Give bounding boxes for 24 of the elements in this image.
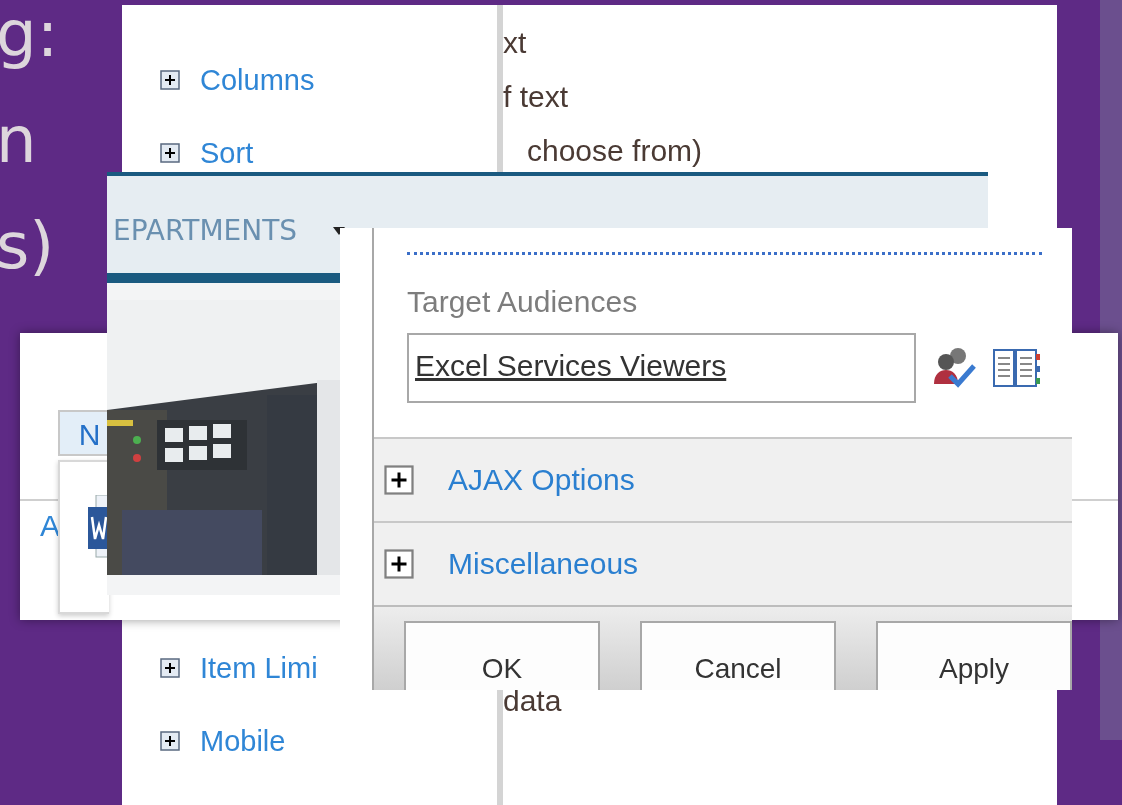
expand-icon[interactable] [384, 549, 414, 579]
description-text: choose from) [526, 133, 704, 169]
expand-icon[interactable] [160, 143, 180, 163]
field-label: Target Audiences [407, 285, 639, 319]
section-link[interactable]: AJAX Options [448, 463, 635, 497]
section-link[interactable]: Mobile [200, 724, 286, 758]
address-book-icon[interactable] [992, 346, 1040, 390]
section-link[interactable]: Item Limi [200, 651, 318, 685]
expand-icon[interactable] [384, 465, 414, 495]
slide-heading-fragment: n [0, 102, 38, 179]
nav-link[interactable]: EPARTMENTS [113, 214, 298, 247]
description-text: xt [503, 25, 528, 61]
audience-field[interactable]: Excel Services Viewers [407, 333, 916, 403]
expand-icon[interactable] [160, 658, 180, 678]
expand-icon[interactable] [160, 70, 180, 90]
section-link[interactable]: Sort [200, 136, 254, 170]
section-link[interactable]: Miscellaneous [448, 547, 639, 581]
dialog-button[interactable]: Cancel [640, 621, 836, 690]
description-text: f text [503, 79, 570, 115]
dialog-button[interactable]: Apply [876, 621, 1072, 690]
new-button[interactable]: N [58, 410, 107, 456]
section-link[interactable]: Columns [200, 63, 315, 97]
expand-icon[interactable] [160, 731, 180, 751]
dialog-button[interactable]: OK [404, 621, 600, 690]
